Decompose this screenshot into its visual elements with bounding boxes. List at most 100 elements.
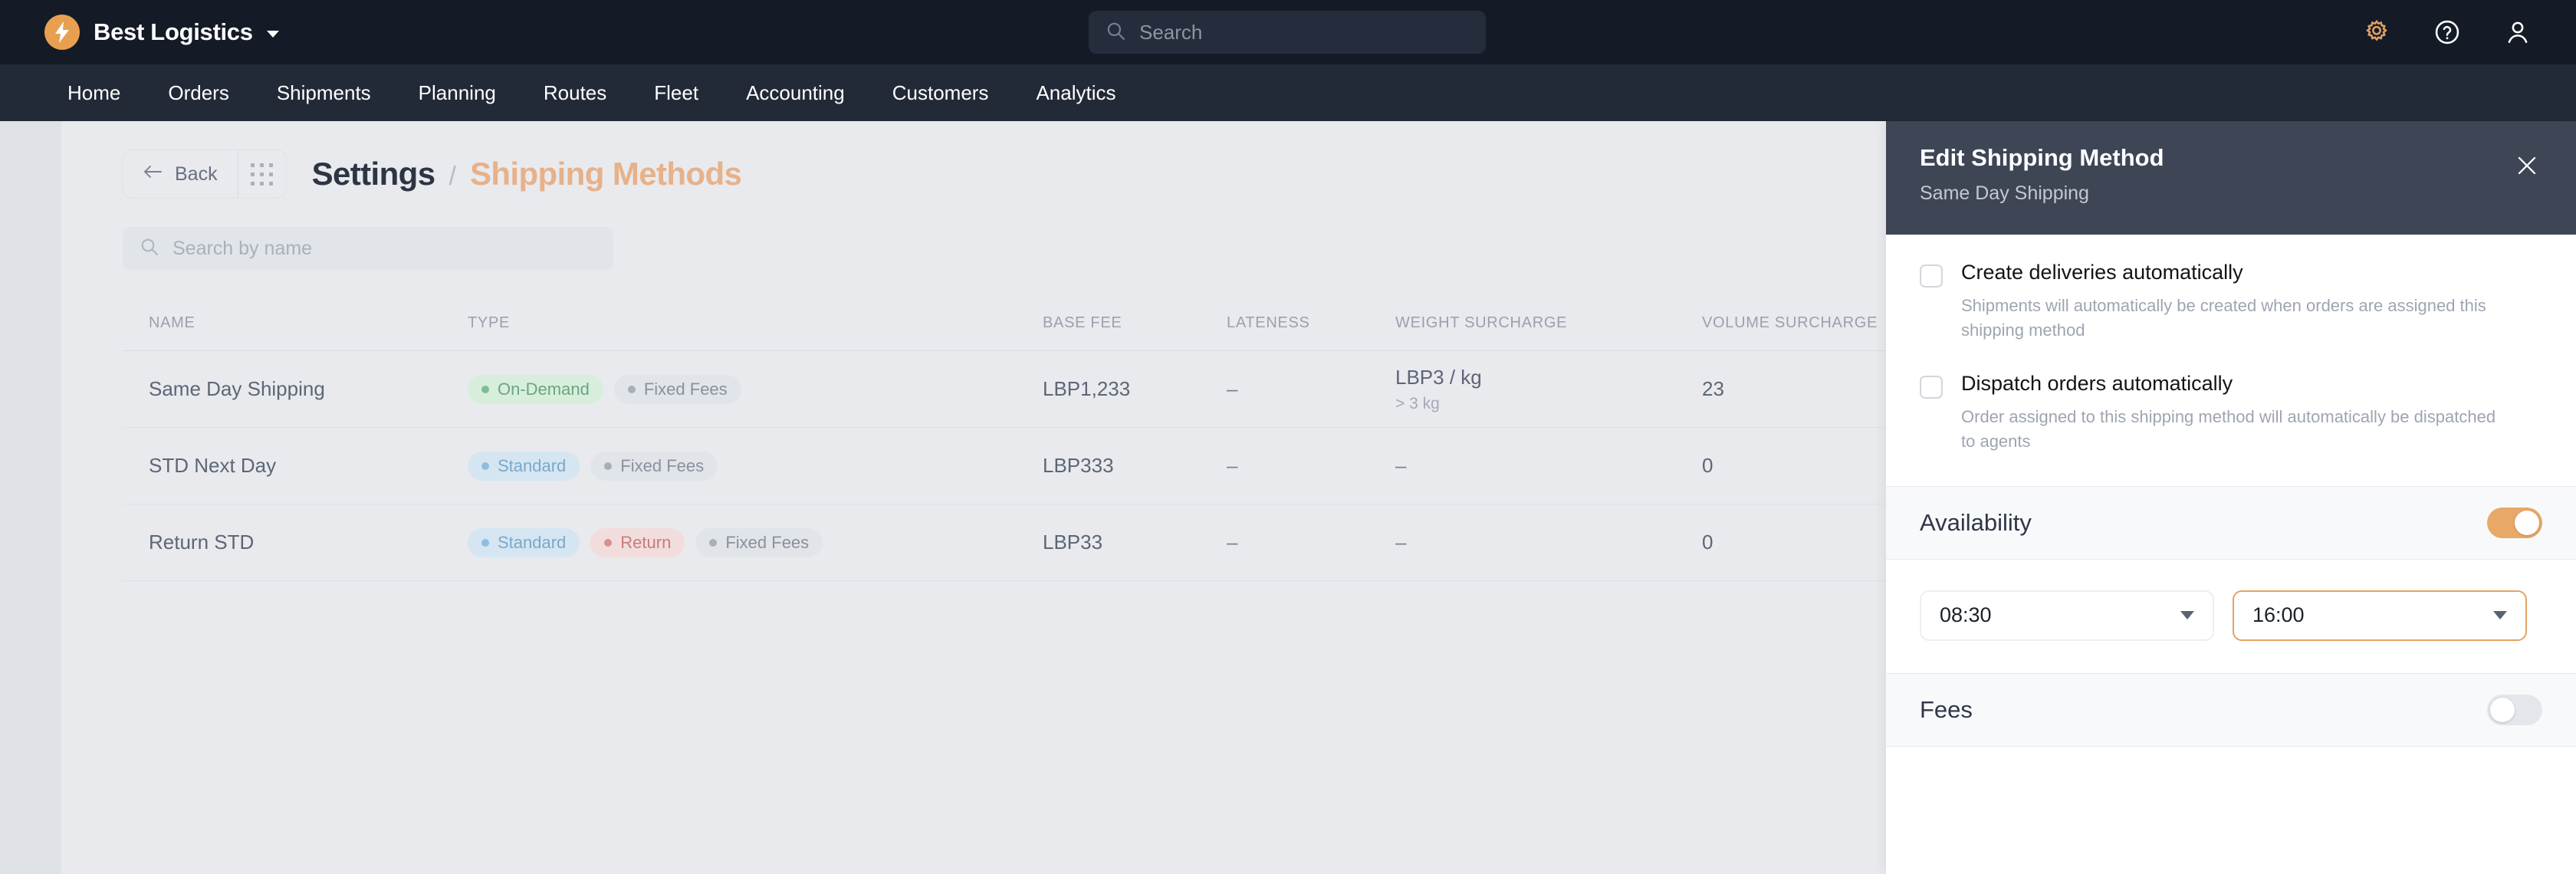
- cell-name: Same Day Shipping: [149, 377, 325, 400]
- chevron-down-icon: [2493, 611, 2507, 619]
- availability-section-header: Availability: [1886, 486, 2576, 560]
- panel-title: Edit Shipping Method: [1920, 144, 2542, 172]
- start-time-value: 08:30: [1940, 603, 1992, 627]
- dispatch-orders-checkbox[interactable]: [1920, 376, 1943, 399]
- tag-chip: On-Demand: [468, 375, 603, 404]
- fees-section-header: Fees: [1886, 673, 2576, 747]
- tag-chip: Fixed Fees: [590, 452, 718, 481]
- settings-content: Back Settings / Shipping Methods: [61, 121, 1886, 874]
- search-input[interactable]: Search by name: [123, 227, 613, 270]
- tag-label: On-Demand: [498, 380, 590, 399]
- panel-subtitle: Same Day Shipping: [1920, 182, 2542, 205]
- availability-title: Availability: [1920, 509, 2032, 537]
- brand-menu[interactable]: Best Logistics: [44, 15, 279, 50]
- tag-chip: Fixed Fees: [695, 528, 823, 557]
- dispatch-orders-label: Dispatch orders automatically: [1961, 372, 2498, 396]
- end-time-value: 16:00: [2252, 603, 2305, 627]
- nav-item-shipments[interactable]: Shipments: [277, 81, 371, 105]
- create-deliveries-automatically-row[interactable]: Create deliveries automatically Shipment…: [1920, 261, 2542, 343]
- panel-header: Edit Shipping Method Same Day Shipping: [1886, 121, 2576, 235]
- cell-type: On-Demand Fixed Fees: [468, 375, 1043, 404]
- cell-base-fee: LBP333: [1043, 454, 1114, 477]
- availability-time-row: 08:30 16:00: [1886, 560, 2576, 641]
- tag-label: Standard: [498, 533, 566, 553]
- column-header-base-fee: BASE FEE: [1043, 314, 1122, 331]
- app-logo-icon: [44, 15, 80, 50]
- cell-type: Standard Return Fixed Fees: [468, 528, 1043, 557]
- main-nav: Home Orders Shipments Planning Routes Fl…: [0, 64, 2576, 121]
- edit-shipping-method-panel: Edit Shipping Method Same Day Shipping C…: [1886, 121, 2576, 874]
- breadcrumb-separator: /: [449, 162, 455, 192]
- column-header-name: NAME: [149, 314, 196, 331]
- fees-toggle[interactable]: [2487, 695, 2542, 725]
- back-group: Back: [123, 150, 286, 198]
- end-time-select[interactable]: 16:00: [2233, 590, 2527, 641]
- breadcrumb-settings[interactable]: Settings: [312, 156, 435, 192]
- cell-name: Return STD: [149, 531, 254, 554]
- brand-name: Best Logistics: [94, 18, 253, 46]
- table-header-row: NAME TYPE BASE FEE LATENESS WEIGHT SURCH…: [123, 296, 1886, 351]
- help-circle-icon[interactable]: [2432, 17, 2463, 48]
- cell-weight-surcharge: –: [1395, 454, 1406, 477]
- top-bar: Best Logistics Search: [0, 0, 2576, 64]
- cell-weight-note: > 3 kg: [1395, 395, 1702, 413]
- global-search-input[interactable]: Search: [1089, 11, 1486, 54]
- tag-chip: Return: [590, 528, 685, 557]
- cell-weight-surcharge: –: [1395, 531, 1406, 554]
- cell-volume-surcharge: 23: [1702, 377, 1724, 400]
- start-time-select[interactable]: 08:30: [1920, 590, 2214, 641]
- search-input-placeholder: Search by name: [172, 238, 312, 260]
- nav-item-customers[interactable]: Customers: [892, 81, 989, 105]
- close-icon: [2515, 154, 2538, 181]
- cell-base-fee: LBP1,233: [1043, 377, 1130, 400]
- dispatch-orders-automatically-row[interactable]: Dispatch orders automatically Order assi…: [1920, 372, 2542, 454]
- column-header-weight-surcharge: WEIGHT SURCHARGE: [1395, 314, 1567, 331]
- page-area: Back Settings / Shipping Methods: [0, 121, 2576, 874]
- table-row[interactable]: Return STD Standard Return Fixed Fees LB…: [123, 504, 1886, 581]
- table-row[interactable]: Same Day Shipping On-Demand Fixed Fees L…: [123, 351, 1886, 428]
- nav-item-planning[interactable]: Planning: [419, 81, 496, 105]
- page-toolbar: Back Settings / Shipping Methods: [61, 121, 1886, 198]
- grid-menu-button[interactable]: [238, 150, 286, 198]
- arrow-left-icon: [143, 163, 163, 186]
- tag-label: Return: [620, 533, 671, 553]
- column-header-volume-surcharge: VOLUME SURCHARGE: [1702, 314, 1878, 331]
- nav-item-routes[interactable]: Routes: [544, 81, 606, 105]
- page-title: Shipping Methods: [470, 156, 741, 192]
- tag-chip: Standard: [468, 452, 580, 481]
- cell-lateness: –: [1227, 377, 1237, 400]
- chevron-down-icon: [2180, 611, 2194, 619]
- search-icon: [140, 237, 159, 260]
- nav-item-accounting[interactable]: Accounting: [746, 81, 845, 105]
- column-header-type: TYPE: [468, 314, 510, 332]
- close-button[interactable]: [2510, 150, 2544, 184]
- create-deliveries-description: Shipments will automatically be created …: [1961, 294, 2498, 343]
- topbar-icon-group: [2361, 0, 2533, 64]
- user-icon[interactable]: [2502, 17, 2533, 48]
- table-row[interactable]: STD Next Day Standard Fixed Fees LBP333 …: [123, 428, 1886, 504]
- cell-weight-surcharge: LBP3 / kg > 3 kg: [1395, 366, 1702, 413]
- dispatch-orders-description: Order assigned to this shipping method w…: [1961, 405, 2498, 454]
- nav-item-home[interactable]: Home: [67, 81, 120, 105]
- back-button[interactable]: Back: [123, 150, 238, 198]
- tag-label: Fixed Fees: [725, 533, 809, 553]
- grid-menu-icon: [251, 163, 273, 186]
- availability-toggle[interactable]: [2487, 508, 2542, 538]
- cell-name: STD Next Day: [149, 454, 276, 477]
- tag-label: Fixed Fees: [620, 456, 704, 476]
- tag-chip: Fixed Fees: [614, 375, 741, 404]
- nav-item-orders[interactable]: Orders: [168, 81, 228, 105]
- tag-label: Fixed Fees: [644, 380, 728, 399]
- breadcrumb: Settings / Shipping Methods: [312, 156, 742, 192]
- nav-item-analytics[interactable]: Analytics: [1036, 81, 1116, 105]
- search-icon: [1106, 21, 1125, 44]
- panel-body: Create deliveries automatically Shipment…: [1886, 235, 2576, 454]
- cell-type: Standard Fixed Fees: [468, 452, 1043, 481]
- create-deliveries-label: Create deliveries automatically: [1961, 261, 2498, 284]
- column-header-lateness: LATENESS: [1227, 314, 1310, 331]
- tag-chip: Standard: [468, 528, 580, 557]
- chevron-down-icon: [267, 31, 279, 38]
- nav-item-fleet[interactable]: Fleet: [654, 81, 698, 105]
- gear-icon[interactable]: [2361, 17, 2392, 48]
- create-deliveries-checkbox[interactable]: [1920, 264, 1943, 288]
